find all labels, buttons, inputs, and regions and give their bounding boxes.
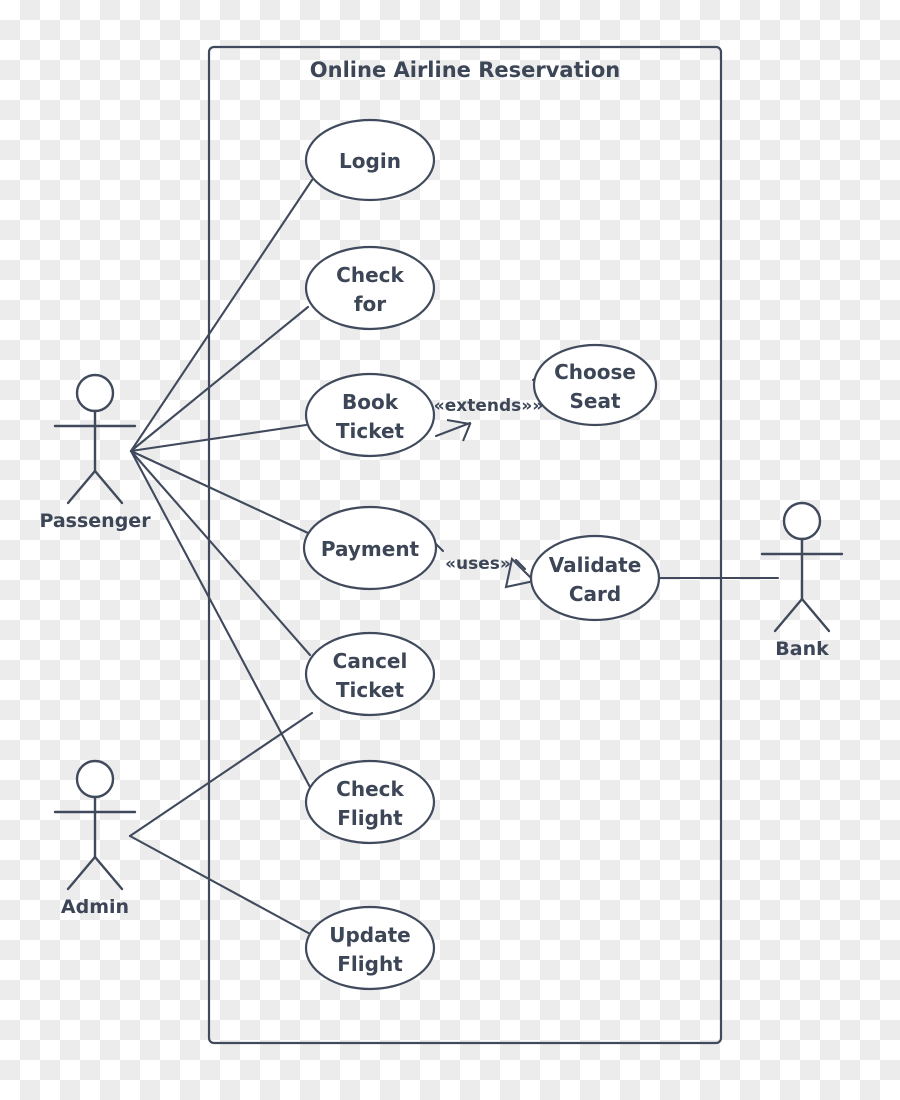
use-case-check-for-label-line2: for: [354, 292, 386, 316]
use-case-cancel-ticket-label-line2: Ticket: [336, 678, 405, 702]
actor-admin-label: Admin: [61, 896, 129, 918]
diagram-title: Online Airline Reservation: [310, 58, 620, 82]
use-case-check-for-label-line1: Check: [336, 263, 404, 287]
use-case-book-ticket[interactable]: Book Ticket: [304, 372, 436, 458]
use-case-choose-seat-ellipse[interactable]: [532, 343, 658, 427]
actor-admin-leg-right: [93, 855, 124, 891]
use-case-validate-card-label-line1: Validate: [549, 553, 642, 577]
use-case-update-flight-label-line2: Flight: [337, 952, 403, 976]
uses-relation: «uses»: [432, 540, 537, 589]
use-case-book-ticket-label-line2: Ticket: [336, 419, 405, 443]
actor-admin[interactable]: Admin: [53, 759, 137, 918]
use-case-validate-card[interactable]: Validate Card: [529, 534, 661, 622]
use-case-choose-seat[interactable]: Choose Seat: [532, 343, 658, 427]
use-case-choose-seat-label-line2: Seat: [569, 389, 620, 413]
use-case-update-flight[interactable]: Update Flight: [304, 905, 436, 991]
use-case-check-flight-label-line2: Flight: [337, 806, 403, 830]
use-case-validate-card-label-line2: Card: [569, 582, 621, 606]
actor-admin-leg-left: [66, 855, 97, 891]
actor-bank-leg-right: [800, 597, 831, 633]
actor-bank-label: Bank: [775, 638, 829, 660]
system-boundary: Online Airline Reservation: [207, 45, 723, 1045]
actor-bank-leg-left: [773, 597, 804, 633]
use-case-login-label: Login: [339, 149, 401, 173]
use-case-check-flight[interactable]: Check Flight: [304, 759, 436, 845]
actor-bank-head-icon: [782, 501, 822, 541]
actor-passenger-leg-right: [93, 469, 124, 505]
use-case-payment-label: Payment: [321, 537, 420, 561]
use-case-book-ticket-ellipse[interactable]: [304, 372, 436, 458]
use-case-check-for[interactable]: Check for: [304, 245, 436, 331]
association-admin-update-flight: [128, 834, 314, 937]
use-case-update-flight-label-line1: Update: [329, 923, 411, 947]
extends-relation: ««extends»»: [423, 366, 551, 442]
association-passenger-login: [129, 178, 314, 453]
association-admin-cancel-ticket: [128, 711, 314, 838]
association-passenger-payment: [129, 449, 310, 535]
use-case-login[interactable]: Login: [304, 118, 436, 202]
actor-bank[interactable]: Bank: [760, 501, 844, 660]
actor-admin-head-icon: [75, 759, 115, 799]
use-case-check-flight-ellipse[interactable]: [304, 759, 436, 845]
use-case-diagram-canvas: Online Airline Reservation ««extends»» «…: [0, 0, 900, 1100]
uses-stereotype-label: «uses»: [445, 554, 511, 574]
use-case-check-flight-label-line1: Check: [336, 777, 404, 801]
association-passenger-cancel-ticket: [129, 449, 312, 657]
system-boundary-rect: [207, 45, 723, 1045]
use-case-cancel-ticket[interactable]: Cancel Ticket: [304, 631, 436, 717]
association-passenger-check-flight: [129, 449, 313, 791]
use-case-choose-seat-label-line1: Choose: [554, 360, 636, 384]
actor-passenger-leg-left: [66, 469, 97, 505]
use-case-cancel-ticket-ellipse[interactable]: [304, 631, 436, 717]
use-case-cancel-ticket-label-line1: Cancel: [333, 649, 408, 673]
use-case-book-ticket-label-line1: Book: [342, 390, 399, 414]
uml-diagram-svg: Online Airline Reservation ««extends»» «…: [39, 45, 844, 1045]
actor-passenger-head-icon: [75, 373, 115, 413]
use-case-payment[interactable]: Payment: [302, 505, 438, 591]
extends-stereotype-label: ««extends»»: [423, 396, 543, 416]
use-case-update-flight-ellipse[interactable]: [304, 905, 436, 991]
actor-passenger-label: Passenger: [39, 510, 151, 532]
use-case-validate-card-ellipse[interactable]: [529, 534, 661, 622]
use-case-check-for-ellipse[interactable]: [304, 245, 436, 331]
